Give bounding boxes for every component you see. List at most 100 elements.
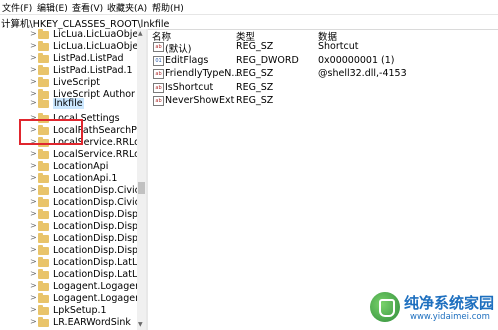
list-item[interactable]: ab IsShortcut REG_SZ [150, 82, 498, 95]
scroll-up-icon[interactable]: ▲ [138, 30, 143, 37]
folder-icon [38, 233, 49, 243]
folder-icon [38, 161, 49, 171]
tree-item-label: LocationDisp.LatLon [53, 257, 137, 268]
tree-item-label: LocationDisp.CivicA [53, 185, 137, 196]
folder-icon [38, 53, 49, 63]
folder-icon [38, 317, 49, 327]
value-type: REG_SZ [236, 95, 274, 106]
tree-item-label: LicLua.LicLuaObject [53, 29, 137, 40]
chevron-right-icon[interactable]: > [30, 293, 37, 302]
menu-view[interactable]: 查看(V) [72, 1, 103, 14]
chevron-right-icon[interactable]: > [30, 209, 37, 218]
chevron-right-icon[interactable]: > [30, 245, 37, 254]
tree-item[interactable]: > LR.EARWordSink [0, 317, 137, 330]
chevron-right-icon[interactable]: > [30, 305, 37, 314]
registry-tree: > LicLua.LicLuaObject > LicLua.LicLuaObjec… [0, 29, 137, 330]
chevron-right-icon[interactable]: > [30, 77, 37, 86]
tree-item-label: ListPad.ListPad.1 [53, 65, 133, 76]
value-type: REG_SZ [236, 68, 274, 79]
chevron-right-icon[interactable]: > [30, 41, 37, 50]
menu-file[interactable]: 文件(F) [2, 1, 32, 14]
tree-item-label: LocationDisp.DispLa [53, 245, 137, 256]
tree-item-label: lnkfile [53, 98, 84, 109]
tree-item-label: LocationDisp.DispCi [53, 209, 137, 220]
folder-icon [38, 185, 49, 195]
chevron-right-icon[interactable]: > [30, 89, 37, 98]
menu-help[interactable]: 帮助(H) [152, 1, 184, 14]
tree-scrollbar[interactable]: ▲ ▼ [137, 29, 146, 330]
address-bar[interactable]: 计算机\HKEY_CLASSES_ROOT\lnkfile [0, 14, 498, 30]
chevron-right-icon[interactable]: > [30, 98, 37, 107]
tree-item-label: LR.EARWordSink [53, 317, 131, 328]
tree-item-lnkfile[interactable]: > lnkfile [0, 98, 137, 111]
list-item[interactable]: ab NeverShowExt REG_SZ [150, 95, 498, 108]
value-data: Shortcut [318, 41, 359, 52]
tree-item-label: LocationDisp.DispLa [53, 233, 137, 244]
string-value-icon: ab [153, 96, 164, 106]
value-type: REG_SZ [236, 82, 274, 93]
chevron-right-icon[interactable]: > [30, 257, 37, 266]
value-name: NeverShowExt [165, 95, 235, 106]
scroll-down-icon[interactable]: ▼ [138, 321, 143, 328]
menu-favorites[interactable]: 收藏夹(A) [107, 1, 147, 14]
tree-item-label: LocationDisp.DispCi [53, 221, 137, 232]
chevron-right-icon[interactable]: > [30, 233, 37, 242]
watermark: 纯净系统家园 www.yidaimei.com [370, 290, 496, 328]
list-item[interactable]: ab FriendlyTypeN... REG_SZ @shell32.dll,… [150, 68, 498, 81]
value-type: REG_SZ [236, 41, 274, 52]
tree-item-label: LocalService.RRLoca [53, 149, 137, 160]
chevron-right-icon[interactable]: > [30, 65, 37, 74]
chevron-right-icon[interactable]: > [30, 185, 37, 194]
folder-icon [38, 209, 49, 219]
chevron-right-icon[interactable]: > [30, 197, 37, 206]
chevron-right-icon[interactable]: > [30, 281, 37, 290]
folder-icon [38, 173, 49, 183]
tree-item-label: LocationDisp.CivicA [53, 197, 137, 208]
binary-value-icon: 01 [153, 56, 164, 66]
watermark-title: 纯净系统家园 [404, 294, 495, 312]
folder-icon [38, 293, 49, 303]
value-name: EditFlags [165, 55, 209, 66]
tree-item-label: LocationApi.1 [53, 173, 118, 184]
chevron-right-icon[interactable]: > [30, 317, 37, 326]
folder-icon [38, 281, 49, 291]
folder-icon [38, 65, 49, 75]
menu-edit[interactable]: 编辑(E) [37, 1, 68, 14]
scrollbar-thumb[interactable] [138, 182, 145, 194]
chevron-right-icon[interactable]: > [30, 269, 37, 278]
string-value-icon: ab [153, 83, 164, 93]
folder-icon [38, 29, 49, 39]
value-name: FriendlyTypeN... [165, 68, 241, 79]
watermark-url: www.yidaimei.com [410, 312, 490, 322]
folder-icon [38, 149, 49, 159]
chevron-right-icon[interactable]: > [30, 221, 37, 230]
string-value-icon: ab [153, 42, 164, 52]
value-data: @shell32.dll,-4153 [318, 68, 407, 79]
list-item[interactable]: 01 EditFlags REG_DWORD 0x00000001 (1) [150, 55, 498, 68]
value-data: 0x00000001 (1) [318, 55, 395, 66]
chevron-right-icon[interactable]: > [30, 173, 37, 182]
tree-item-label: LiveScript [53, 77, 100, 88]
folder-icon [38, 269, 49, 279]
tree-item-label: ListPad.ListPad [53, 53, 124, 64]
pane-divider[interactable] [146, 29, 148, 330]
tree-item-label: Logagent.Logagent [53, 281, 137, 292]
values-list: 名称 类型 数据 ab (默认) REG_SZ Shortcut 01 Edit… [150, 29, 498, 330]
folder-icon [38, 221, 49, 231]
chevron-right-icon[interactable]: > [30, 149, 37, 158]
folder-icon [38, 197, 49, 207]
folder-icon [38, 77, 49, 87]
chevron-right-icon[interactable]: > [30, 161, 37, 170]
string-value-icon: ab [153, 69, 164, 79]
chevron-right-icon[interactable]: > [30, 53, 37, 62]
tree-item-label: LpkSetup.1 [53, 305, 107, 316]
value-name: IsShortcut [165, 82, 214, 93]
chevron-right-icon[interactable]: > [30, 29, 37, 38]
tree-item-label: LocationDisp.LatLon [53, 269, 137, 280]
list-item[interactable]: ab (默认) REG_SZ Shortcut [150, 41, 498, 55]
value-name: (默认) [165, 44, 192, 55]
highlight-box [19, 119, 83, 145]
folder-icon [38, 41, 49, 51]
folder-icon [38, 305, 49, 315]
folder-icon [38, 98, 49, 108]
